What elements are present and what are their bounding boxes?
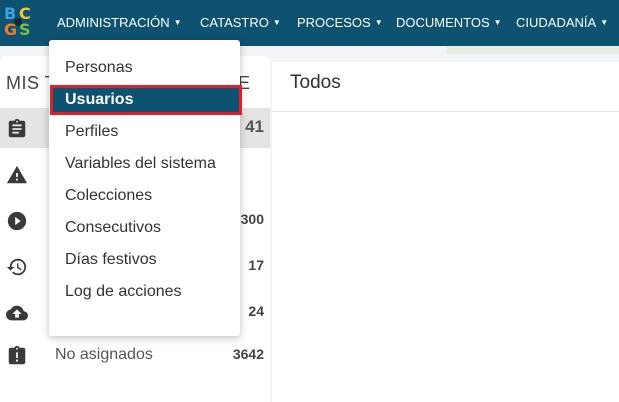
menu-item-label: Consecutivos — [65, 219, 162, 236]
menu-item-label: Variables del sistema — [65, 155, 216, 172]
menu-item-consecutivos[interactable]: Consecutivos — [49, 212, 240, 244]
menu-item-label: Log de acciones — [65, 283, 182, 300]
menu-item-label: Colecciones — [65, 187, 153, 204]
menu-item-log-de-acciones[interactable]: Log de acciones — [49, 276, 240, 308]
caret-down-icon: ▼ — [272, 18, 281, 27]
logo-dot — [14, 18, 22, 26]
caret-down-icon: ▼ — [173, 18, 182, 27]
administracion-dropdown-menu: Personas Usuarios Perfiles Variables del… — [49, 40, 242, 336]
menu-item-perfiles[interactable]: Perfiles — [49, 116, 240, 148]
menu-item-usuarios[interactable]: Usuarios — [50, 85, 242, 115]
history-icon — [6, 258, 27, 276]
menu-item-label: Perfiles — [65, 123, 119, 140]
app: B C G S ADMINISTRACIÓN ▼ CATASTRO ▼ PROCES… — [0, 0, 619, 402]
sidebar-item-count: 3642 — [232, 346, 264, 362]
warning-icon — [6, 165, 28, 184]
divider — [272, 111, 619, 112]
nav-administracion[interactable]: ADMINISTRACIÓN ▼ — [57, 14, 182, 32]
sidebar-item-count: 24 — [248, 303, 264, 319]
menu-item-personas[interactable]: Personas — [49, 52, 240, 84]
nav-catastro[interactable]: CATASTRO ▼ — [200, 14, 281, 32]
nav-label: CATASTRO — [200, 15, 269, 30]
sidebar-item-count: 41 — [245, 117, 264, 136]
menu-item-label: Usuarios — [65, 91, 134, 108]
sidebar-item-unassigned[interactable]: No asignados 3642 — [0, 335, 270, 375]
caret-down-icon: ▼ — [374, 18, 383, 27]
caret-down-icon: ▼ — [600, 18, 609, 27]
clipboard-icon — [8, 118, 26, 138]
sidebar-item-label: No asignados — [55, 346, 153, 363]
clipboard-alert-icon — [8, 345, 26, 365]
nav-ciudadania[interactable]: CIUDADANÍA ▼ — [516, 14, 608, 32]
menu-item-label: Días festivos — [65, 251, 157, 268]
nav-label: DOCUMENTOS — [396, 15, 490, 30]
nav-documentos[interactable]: DOCUMENTOS ▼ — [396, 14, 502, 32]
menu-item-label: Personas — [65, 59, 133, 76]
top-accent-strip — [446, 46, 619, 54]
page-title: Todos — [290, 72, 341, 93]
menu-item-dias-festivos[interactable]: Días festivos — [49, 244, 240, 276]
nav-label: ADMINISTRACIÓN — [57, 15, 170, 30]
menu-item-colecciones[interactable]: Colecciones — [49, 180, 240, 212]
nav-label: CIUDADANÍA — [516, 15, 597, 30]
nav-procesos[interactable]: PROCESOS ▼ — [297, 14, 383, 32]
bcgs-logo[interactable]: B C G S — [2, 5, 36, 41]
play-circle-icon — [7, 211, 27, 231]
menu-item-variables-del-sistema[interactable]: Variables del sistema — [49, 148, 240, 180]
cloud-upload-icon — [6, 305, 28, 321]
sidebar-item-count: 300 — [240, 211, 264, 227]
sidebar-item-count: 17 — [248, 257, 264, 273]
main-panel: Todos — [272, 62, 619, 402]
caret-down-icon: ▼ — [493, 18, 502, 27]
nav-label: PROCESOS — [297, 15, 371, 30]
